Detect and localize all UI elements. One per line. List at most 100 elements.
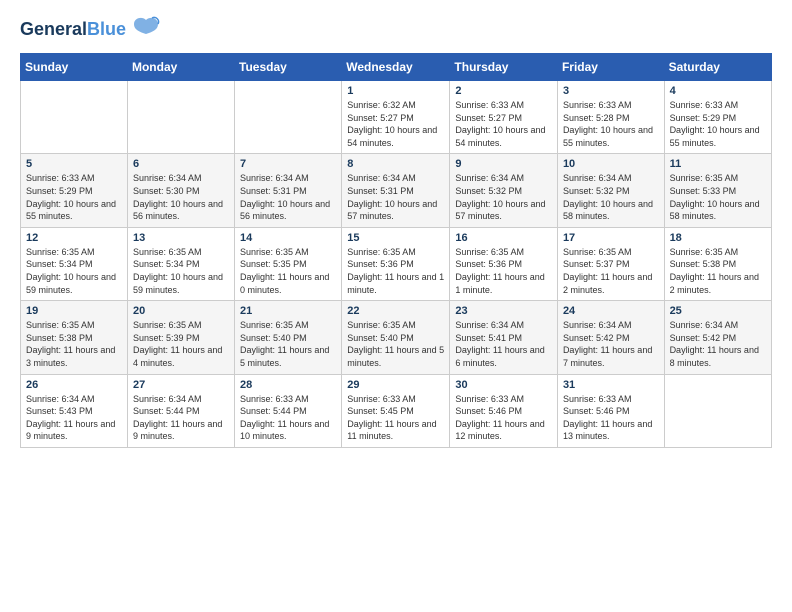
calendar-cell: 2 Sunrise: 6:33 AM Sunset: 5:27 PM Daylig…	[450, 81, 558, 154]
day-number: 4	[670, 85, 766, 97]
day-info: Sunrise: 6:33 AM Sunset: 5:44 PM Dayligh…	[240, 393, 336, 443]
calendar-cell: 9 Sunrise: 6:34 AM Sunset: 5:32 PM Daylig…	[450, 154, 558, 227]
day-number: 10	[563, 158, 659, 170]
header: GeneralBlue	[20, 16, 772, 43]
day-info: Sunrise: 6:34 AM Sunset: 5:31 PM Dayligh…	[347, 172, 444, 222]
logo: GeneralBlue	[20, 16, 160, 43]
day-info: Sunrise: 6:33 AM Sunset: 5:28 PM Dayligh…	[563, 99, 659, 149]
day-number: 16	[455, 232, 552, 244]
calendar-cell: 22 Sunrise: 6:35 AM Sunset: 5:40 PM Dayli…	[342, 301, 450, 374]
day-info: Sunrise: 6:34 AM Sunset: 5:31 PM Dayligh…	[240, 172, 336, 222]
calendar-cell: 15 Sunrise: 6:35 AM Sunset: 5:36 PM Dayli…	[342, 227, 450, 300]
calendar-week-row: 26Sunrise: 6:34 AM Sunset: 5:43 PM Dayli…	[21, 374, 772, 447]
day-number: 29	[347, 379, 444, 391]
day-number: 3	[563, 85, 659, 97]
day-number: 7	[240, 158, 336, 170]
calendar-cell: 4 Sunrise: 6:33 AM Sunset: 5:29 PM Daylig…	[664, 81, 771, 154]
calendar-cell: 6 Sunrise: 6:34 AM Sunset: 5:30 PM Daylig…	[127, 154, 234, 227]
calendar-cell	[664, 374, 771, 447]
calendar-cell: 18 Sunrise: 6:35 AM Sunset: 5:38 PM Dayli…	[664, 227, 771, 300]
day-number: 26	[26, 379, 122, 391]
day-number: 5	[26, 158, 122, 170]
day-info: Sunrise: 6:33 AM Sunset: 5:27 PM Dayligh…	[455, 99, 552, 149]
day-number: 2	[455, 85, 552, 97]
day-number: 1	[347, 85, 444, 97]
day-info: Sunrise: 6:35 AM Sunset: 5:36 PM Dayligh…	[455, 246, 552, 296]
day-number: 24	[563, 305, 659, 317]
day-info: Sunrise: 6:34 AM Sunset: 5:42 PM Dayligh…	[563, 319, 659, 369]
calendar-cell: 5 Sunrise: 6:33 AM Sunset: 5:29 PM Daylig…	[21, 154, 128, 227]
day-number: 21	[240, 305, 336, 317]
calendar-cell: 14Sunrise: 6:35 AM Sunset: 5:35 PM Dayli…	[235, 227, 342, 300]
calendar-cell: 10 Sunrise: 6:34 AM Sunset: 5:32 PM Dayli…	[557, 154, 664, 227]
calendar-cell: 29 Sunrise: 6:33 AM Sunset: 5:45 PM Dayli…	[342, 374, 450, 447]
day-info: Sunrise: 6:35 AM Sunset: 5:38 PM Dayligh…	[26, 319, 122, 369]
calendar-cell: 8 Sunrise: 6:34 AM Sunset: 5:31 PM Daylig…	[342, 154, 450, 227]
day-number: 28	[240, 379, 336, 391]
day-number: 15	[347, 232, 444, 244]
calendar-cell: 17 Sunrise: 6:35 AM Sunset: 5:37 PM Dayli…	[557, 227, 664, 300]
day-info: Sunrise: 6:35 AM Sunset: 5:34 PM Dayligh…	[26, 246, 122, 296]
day-info: Sunrise: 6:35 AM Sunset: 5:33 PM Dayligh…	[670, 172, 766, 222]
calendar-week-row: 1 Sunrise: 6:32 AM Sunset: 5:27 PM Daylig…	[21, 81, 772, 154]
calendar-cell: 20Sunrise: 6:35 AM Sunset: 5:39 PM Dayli…	[127, 301, 234, 374]
day-info: Sunrise: 6:32 AM Sunset: 5:27 PM Dayligh…	[347, 99, 444, 149]
day-number: 20	[133, 305, 229, 317]
calendar-table: SundayMondayTuesdayWednesdayThursdayFrid…	[20, 53, 772, 448]
calendar-cell: 31Sunrise: 6:33 AM Sunset: 5:46 PM Dayli…	[557, 374, 664, 447]
day-number: 8	[347, 158, 444, 170]
day-info: Sunrise: 6:33 AM Sunset: 5:46 PM Dayligh…	[563, 393, 659, 443]
day-number: 14	[240, 232, 336, 244]
day-number: 11	[670, 158, 766, 170]
logo-general: GeneralBlue	[20, 19, 126, 40]
weekday-header-friday: Friday	[557, 54, 664, 81]
day-info: Sunrise: 6:34 AM Sunset: 5:42 PM Dayligh…	[670, 319, 766, 369]
day-number: 25	[670, 305, 766, 317]
day-info: Sunrise: 6:33 AM Sunset: 5:46 PM Dayligh…	[455, 393, 552, 443]
weekday-header-tuesday: Tuesday	[235, 54, 342, 81]
calendar-cell: 12 Sunrise: 6:35 AM Sunset: 5:34 PM Dayli…	[21, 227, 128, 300]
calendar-cell: 26Sunrise: 6:34 AM Sunset: 5:43 PM Dayli…	[21, 374, 128, 447]
calendar-week-row: 12 Sunrise: 6:35 AM Sunset: 5:34 PM Dayli…	[21, 227, 772, 300]
day-info: Sunrise: 6:33 AM Sunset: 5:45 PM Dayligh…	[347, 393, 444, 443]
day-info: Sunrise: 6:35 AM Sunset: 5:36 PM Dayligh…	[347, 246, 444, 296]
day-number: 9	[455, 158, 552, 170]
weekday-header-sunday: Sunday	[21, 54, 128, 81]
day-info: Sunrise: 6:34 AM Sunset: 5:32 PM Dayligh…	[455, 172, 552, 222]
day-number: 30	[455, 379, 552, 391]
day-number: 12	[26, 232, 122, 244]
day-number: 23	[455, 305, 552, 317]
calendar-cell: 7 Sunrise: 6:34 AM Sunset: 5:31 PM Daylig…	[235, 154, 342, 227]
day-info: Sunrise: 6:35 AM Sunset: 5:40 PM Dayligh…	[347, 319, 444, 369]
weekday-header-monday: Monday	[127, 54, 234, 81]
day-number: 19	[26, 305, 122, 317]
day-info: Sunrise: 6:34 AM Sunset: 5:41 PM Dayligh…	[455, 319, 552, 369]
day-info: Sunrise: 6:35 AM Sunset: 5:40 PM Dayligh…	[240, 319, 336, 369]
day-info: Sunrise: 6:33 AM Sunset: 5:29 PM Dayligh…	[670, 99, 766, 149]
calendar-week-row: 19 Sunrise: 6:35 AM Sunset: 5:38 PM Dayli…	[21, 301, 772, 374]
calendar-cell: 11 Sunrise: 6:35 AM Sunset: 5:33 PM Dayli…	[664, 154, 771, 227]
weekday-header-thursday: Thursday	[450, 54, 558, 81]
day-number: 18	[670, 232, 766, 244]
calendar-cell: 19 Sunrise: 6:35 AM Sunset: 5:38 PM Dayli…	[21, 301, 128, 374]
page: GeneralBlue SundayMondayTuesdayWednesday…	[0, 0, 792, 458]
calendar-cell: 21 Sunrise: 6:35 AM Sunset: 5:40 PM Dayli…	[235, 301, 342, 374]
calendar-cell	[235, 81, 342, 154]
day-number: 17	[563, 232, 659, 244]
calendar-cell: 27Sunrise: 6:34 AM Sunset: 5:44 PM Dayli…	[127, 374, 234, 447]
day-info: Sunrise: 6:35 AM Sunset: 5:37 PM Dayligh…	[563, 246, 659, 296]
calendar-cell: 25 Sunrise: 6:34 AM Sunset: 5:42 PM Dayli…	[664, 301, 771, 374]
day-info: Sunrise: 6:35 AM Sunset: 5:38 PM Dayligh…	[670, 246, 766, 296]
calendar-cell: 16 Sunrise: 6:35 AM Sunset: 5:36 PM Dayli…	[450, 227, 558, 300]
calendar-cell: 28 Sunrise: 6:33 AM Sunset: 5:44 PM Dayli…	[235, 374, 342, 447]
calendar-cell: 3 Sunrise: 6:33 AM Sunset: 5:28 PM Daylig…	[557, 81, 664, 154]
logo-bird-icon	[132, 16, 160, 43]
day-number: 6	[133, 158, 229, 170]
day-number: 22	[347, 305, 444, 317]
calendar-cell: 30 Sunrise: 6:33 AM Sunset: 5:46 PM Dayli…	[450, 374, 558, 447]
day-info: Sunrise: 6:34 AM Sunset: 5:30 PM Dayligh…	[133, 172, 229, 222]
weekday-header-row: SundayMondayTuesdayWednesdayThursdayFrid…	[21, 54, 772, 81]
day-info: Sunrise: 6:33 AM Sunset: 5:29 PM Dayligh…	[26, 172, 122, 222]
calendar-week-row: 5 Sunrise: 6:33 AM Sunset: 5:29 PM Daylig…	[21, 154, 772, 227]
day-info: Sunrise: 6:34 AM Sunset: 5:32 PM Dayligh…	[563, 172, 659, 222]
